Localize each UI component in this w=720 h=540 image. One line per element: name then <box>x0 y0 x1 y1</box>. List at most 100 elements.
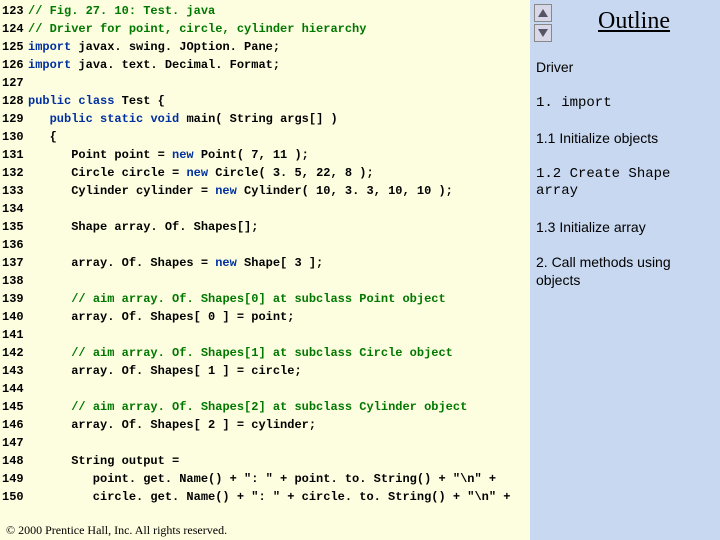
code-text <box>28 200 530 218</box>
plain-token: Shape[ 3 ]; <box>237 256 323 270</box>
line-number: 134 <box>0 200 28 218</box>
plain-token: { <box>28 130 57 144</box>
code-text: import java. text. Decimal. Format; <box>28 56 530 74</box>
triangle-up-icon <box>538 9 548 17</box>
code-line: 145 // aim array. Of. Shapes[2] at subcl… <box>0 398 530 416</box>
outline-note: 1.1 Initialize objects <box>536 130 714 148</box>
code-line: 150 circle. get. Name() + ": " + circle.… <box>0 488 530 506</box>
comment-token: // Driver for point, circle, cylinder hi… <box>28 22 366 36</box>
outline-sidebar: Outline Driver 1. import 1.1 Initialize ob… <box>530 0 720 540</box>
plain-token: Point( 7, 11 ); <box>194 148 309 162</box>
code-line: 139 // aim array. Of. Shapes[0] at subcl… <box>0 290 530 308</box>
code-line: 143 array. Of. Shapes[ 1 ] = circle; <box>0 362 530 380</box>
code-line: 127 <box>0 74 530 92</box>
code-pane: 123// Fig. 27. 10: Test. java 124// Drive… <box>0 0 530 540</box>
code-text: point. get. Name() + ": " + point. to. S… <box>28 470 530 488</box>
line-number: 141 <box>0 326 28 344</box>
code-text: // aim array. Of. Shapes[0] at subclass … <box>28 290 530 308</box>
code-text: // aim array. Of. Shapes[1] at subclass … <box>28 344 530 362</box>
plain-token <box>28 400 71 414</box>
code-line: 128public class Test { <box>0 92 530 110</box>
comment-token: // Fig. 27. 10: Test. java <box>28 4 215 18</box>
outline-title: Outline <box>554 8 714 35</box>
keyword-token: new <box>172 148 194 162</box>
code-line: 136 <box>0 236 530 254</box>
code-line: 130 { <box>0 128 530 146</box>
code-line: 126import java. text. Decimal. Format; <box>0 56 530 74</box>
code-text: array. Of. Shapes = new Shape[ 3 ]; <box>28 254 530 272</box>
line-number: 143 <box>0 362 28 380</box>
keyword-token: public <box>28 94 71 108</box>
plain-token <box>28 112 50 126</box>
code-line: 125import javax. swing. JOption. Pane; <box>0 38 530 56</box>
code-listing: 123// Fig. 27. 10: Test. java 124// Drive… <box>0 2 530 506</box>
plain-token <box>93 112 100 126</box>
code-text: Point point = new Point( 7, 11 ); <box>28 146 530 164</box>
outline-note: 1. import <box>536 95 714 113</box>
code-text: array. Of. Shapes[ 1 ] = circle; <box>28 362 530 380</box>
keyword-token: new <box>215 184 237 198</box>
plain-token: array. Of. Shapes[ 2 ] = cylinder; <box>28 418 316 432</box>
line-number: 126 <box>0 56 28 74</box>
code-text: public class Test { <box>28 92 530 110</box>
line-number: 138 <box>0 272 28 290</box>
nav-buttons <box>534 4 552 42</box>
code-line: 124// Driver for point, circle, cylinder… <box>0 20 530 38</box>
plain-token: point. get. Name() + ": " + point. to. S… <box>28 472 496 486</box>
code-line: 148 String output = <box>0 452 530 470</box>
outline-note: 1.3 Initialize array <box>536 219 714 237</box>
code-text <box>28 74 530 92</box>
plain-token: Test { <box>114 94 164 108</box>
line-number: 145 <box>0 398 28 416</box>
code-line: 149 point. get. Name() + ": " + point. t… <box>0 470 530 488</box>
keyword-token: new <box>186 166 208 180</box>
line-number: 123 <box>0 2 28 20</box>
plain-token <box>28 346 71 360</box>
code-text <box>28 272 530 290</box>
line-number: 148 <box>0 452 28 470</box>
plain-token: Cylinder( 10, 3. 3, 10, 10 ); <box>237 184 453 198</box>
nav-down-button[interactable] <box>534 24 552 42</box>
code-text: Cylinder cylinder = new Cylinder( 10, 3.… <box>28 182 530 200</box>
keyword-token: public <box>50 112 93 126</box>
outline-note: Driver <box>536 59 714 77</box>
code-text <box>28 434 530 452</box>
plain-token: Shape array. Of. Shapes[]; <box>28 220 258 234</box>
code-text: array. Of. Shapes[ 2 ] = cylinder; <box>28 416 530 434</box>
comment-token: // aim array. Of. Shapes[2] at subclass … <box>71 400 467 414</box>
code-line: 147 <box>0 434 530 452</box>
line-number: 140 <box>0 308 28 326</box>
line-number: 128 <box>0 92 28 110</box>
code-line: 142 // aim array. Of. Shapes[1] at subcl… <box>0 344 530 362</box>
code-line: 132 Circle circle = new Circle( 3. 5, 22… <box>0 164 530 182</box>
line-number: 132 <box>0 164 28 182</box>
code-text <box>28 236 530 254</box>
code-text: circle. get. Name() + ": " + circle. to.… <box>28 488 530 506</box>
outline-note: 2. Call methods using objects <box>536 254 714 289</box>
comment-token: // aim array. Of. Shapes[1] at subclass … <box>71 346 453 360</box>
keyword-token: import <box>28 58 71 72</box>
code-text: import javax. swing. JOption. Pane; <box>28 38 530 56</box>
code-text: // Driver for point, circle, cylinder hi… <box>28 20 530 38</box>
code-text: array. Of. Shapes[ 0 ] = point; <box>28 308 530 326</box>
code-line: 146 array. Of. Shapes[ 2 ] = cylinder; <box>0 416 530 434</box>
copyright-footer: © 2000 Prentice Hall, Inc. All rights re… <box>6 523 227 538</box>
code-text: // aim array. Of. Shapes[2] at subclass … <box>28 398 530 416</box>
keyword-token: void <box>150 112 179 126</box>
code-line: 138 <box>0 272 530 290</box>
keyword-token: class <box>78 94 114 108</box>
code-line: 140 array. Of. Shapes[ 0 ] = point; <box>0 308 530 326</box>
plain-token: Point point = <box>28 148 172 162</box>
line-number: 130 <box>0 128 28 146</box>
code-text <box>28 380 530 398</box>
slide-container: 123// Fig. 27. 10: Test. java 124// Drive… <box>0 0 720 540</box>
line-number: 129 <box>0 110 28 128</box>
line-number: 144 <box>0 380 28 398</box>
plain-token: String output = <box>28 454 179 468</box>
code-text: String output = <box>28 452 530 470</box>
nav-up-button[interactable] <box>534 4 552 22</box>
code-line: 144 <box>0 380 530 398</box>
code-line: 137 array. Of. Shapes = new Shape[ 3 ]; <box>0 254 530 272</box>
triangle-down-icon <box>538 29 548 37</box>
plain-token: Cylinder cylinder = <box>28 184 215 198</box>
